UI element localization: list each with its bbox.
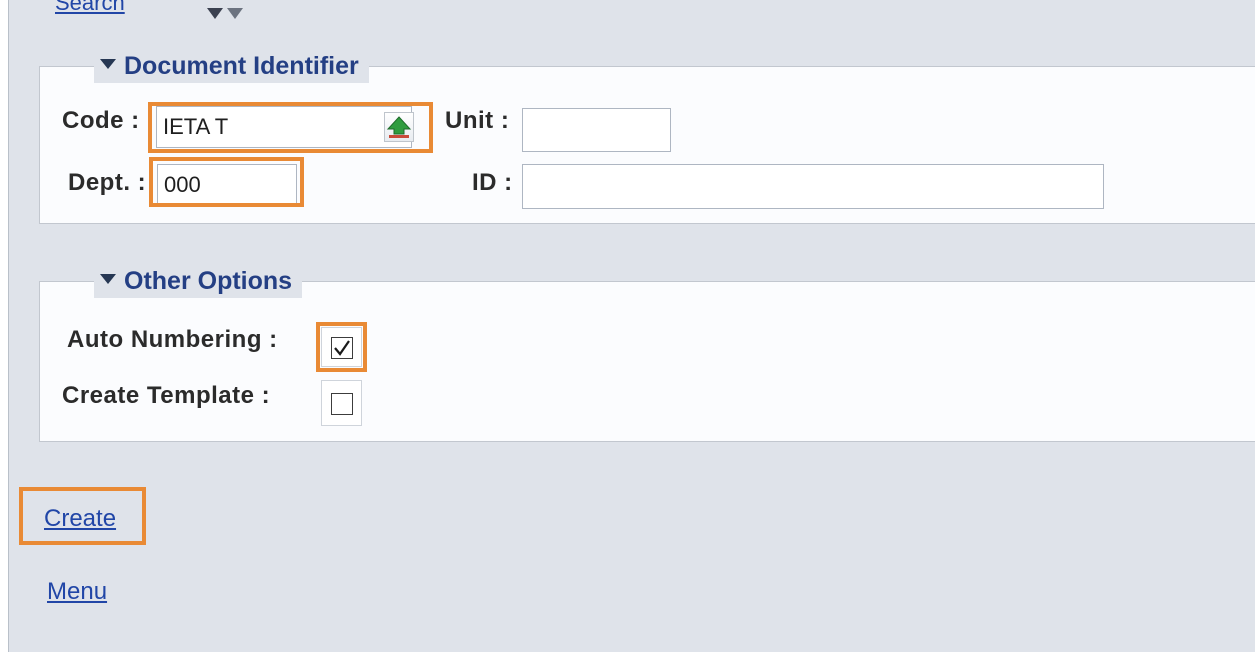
dept-label: Dept. : [68,169,147,196]
code-label: Code : [62,107,140,134]
other-options-legend[interactable]: Other Options [94,264,303,298]
collapse-triangle-icon [100,59,116,70]
create-template-checkbox[interactable] [331,393,353,415]
code-highlight [148,102,433,153]
document-identifier-title: Document Identifier [124,52,359,80]
other-options-section: Other Options Auto Numbering : Create Te… [39,264,1255,442]
unit-input[interactable] [522,108,671,152]
unit-label: Unit : [445,107,510,134]
dept-highlight [149,157,304,207]
id-input[interactable] [522,164,1104,209]
page-background: Search Document Identifier Code : IETA T… [8,0,1255,652]
document-identifier-legend[interactable]: Document Identifier [94,49,369,83]
other-options-title: Other Options [124,267,293,295]
create-template-label: Create Template : [62,382,271,409]
auto-numbering-label: Auto Numbering : [67,326,278,353]
create-highlight [19,487,146,545]
create-template-cell [321,380,362,426]
search-link[interactable]: Search [55,0,125,16]
auto-numbering-highlight [316,322,367,372]
collapse-triangle-icon [100,274,116,285]
menu-link[interactable]: Menu [47,578,107,606]
double-down-arrow-icon[interactable] [207,5,267,23]
document-identifier-section: Document Identifier Code : IETA T Unit :… [39,49,1255,224]
id-label: ID : [472,169,513,196]
